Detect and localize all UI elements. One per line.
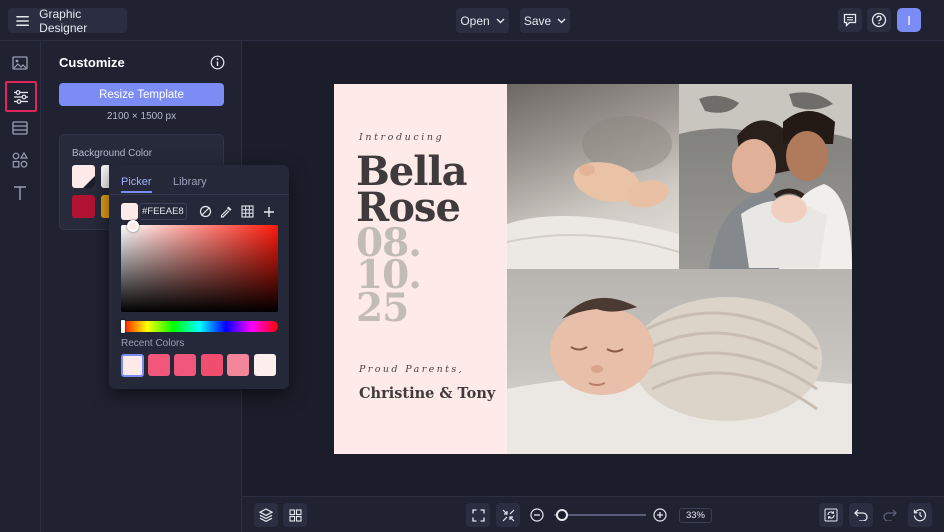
history-button[interactable] [908, 503, 932, 527]
background-color-label: Background Color [72, 148, 153, 159]
no-color-button[interactable] [197, 203, 214, 220]
proud-parents-text[interactable]: Proud Parents, [359, 364, 464, 375]
panel-title: Customize [59, 55, 125, 70]
save-button[interactable]: Save [520, 8, 570, 33]
design-canvas[interactable]: Introducing Bella Rose 08. 10. 25 Proud … [334, 84, 852, 454]
saturation-area[interactable] [121, 220, 278, 312]
eyedropper-icon [220, 206, 232, 218]
template-dimensions: 2100 × 1500 px [106, 111, 177, 122]
zoom-level[interactable]: 33% [679, 508, 712, 523]
plus-icon [263, 206, 274, 217]
swatch-corner-icon [83, 176, 95, 188]
zoom-out-icon [530, 508, 544, 522]
parents-names[interactable]: Christine & Tony [359, 385, 495, 402]
eyedropper-button[interactable] [218, 203, 235, 220]
tab-library[interactable]: Library [173, 176, 207, 188]
color-picker-popover: Picker Library #FEEAE8 Recent Colors [109, 165, 289, 389]
date-line-3[interactable]: 25 [356, 289, 409, 328]
grid-icon [241, 205, 254, 218]
hex-input[interactable]: #FEEAE8 [139, 203, 187, 220]
swatch-grid-button[interactable] [239, 203, 256, 220]
grid-view-icon [288, 508, 302, 522]
zoom-in-button[interactable] [652, 507, 668, 523]
tab-divider [109, 194, 289, 195]
refresh-icon [824, 508, 838, 522]
text-icon [14, 186, 26, 200]
recent-colors-row [121, 354, 281, 377]
baby-feet-image [507, 116, 679, 269]
image-icon [12, 56, 28, 70]
rail-layouts[interactable] [9, 117, 31, 139]
redo-button[interactable] [878, 503, 902, 527]
recent-color-swatch[interactable] [174, 354, 196, 376]
history-icon [913, 509, 927, 522]
rail-elements[interactable] [9, 149, 31, 171]
bg-swatch-crimson[interactable] [72, 195, 95, 218]
add-color-button[interactable] [260, 203, 277, 220]
recent-color-swatch[interactable] [201, 354, 223, 376]
top-bar: Graphic Designer Open Save I [0, 0, 944, 41]
layers-icon [259, 508, 273, 522]
tab-picker[interactable]: Picker [121, 176, 152, 193]
hue-slider[interactable] [121, 320, 278, 333]
info-button[interactable] [208, 53, 226, 71]
bg-swatch-current[interactable] [72, 165, 95, 188]
shrink-button[interactable] [496, 503, 520, 527]
rail-customize[interactable] [5, 81, 37, 112]
current-color-swatch [121, 203, 138, 220]
undo-icon [854, 509, 868, 521]
zoom-slider[interactable] [554, 509, 646, 521]
layout-icon [12, 121, 28, 135]
photo-newborn[interactable] [507, 269, 852, 454]
app-menu-button[interactable]: Graphic Designer [8, 6, 127, 35]
resize-template-button[interactable]: Resize Template [59, 83, 224, 106]
recent-colors-label: Recent Colors [121, 338, 185, 349]
redo-icon [883, 509, 897, 521]
fit-to-screen-button[interactable] [466, 503, 490, 527]
open-button[interactable]: Open [456, 8, 509, 33]
shrink-icon [502, 509, 514, 521]
help-button[interactable] [867, 8, 891, 32]
no-color-icon [199, 205, 212, 218]
sliders-icon [14, 89, 28, 104]
recent-color-swatch[interactable] [254, 354, 276, 376]
zoom-in-icon [653, 508, 667, 522]
avatar[interactable]: I [897, 8, 921, 32]
zoom-slider-handle[interactable] [556, 509, 568, 521]
replace-button[interactable] [819, 503, 843, 527]
comment-icon [843, 13, 857, 27]
hue-handle[interactable] [121, 320, 125, 333]
expand-icon [471, 508, 485, 522]
introducing-text[interactable]: Introducing [359, 132, 444, 143]
rail-images[interactable] [9, 52, 31, 74]
family-image [679, 84, 852, 269]
bg-swatch-gold[interactable] [101, 195, 109, 218]
recent-color-swatch[interactable] [121, 354, 144, 377]
undo-button[interactable] [849, 503, 873, 527]
chevron-down-icon [557, 18, 566, 23]
recent-color-swatch[interactable] [148, 354, 170, 376]
photo-family[interactable] [679, 84, 852, 269]
bg-swatch-white[interactable] [101, 165, 109, 188]
newborn-image [507, 297, 852, 454]
recent-color-swatch[interactable] [227, 354, 249, 376]
pages-grid-button[interactable] [283, 503, 307, 527]
help-icon [871, 12, 887, 28]
info-icon [210, 55, 224, 69]
shapes-icon [12, 152, 28, 168]
comments-button[interactable] [838, 8, 862, 32]
rail-text[interactable] [9, 182, 31, 204]
photo-baby-feet[interactable] [507, 84, 679, 269]
zoom-out-button[interactable] [529, 507, 545, 523]
chevron-down-icon [496, 18, 505, 23]
layers-button[interactable] [254, 503, 278, 527]
tool-rail [0, 41, 41, 532]
saturation-handle[interactable] [127, 220, 139, 232]
bottom-toolbar: 33% [242, 496, 944, 532]
app-title: Graphic Designer [39, 6, 88, 35]
hamburger-icon [16, 15, 29, 26]
